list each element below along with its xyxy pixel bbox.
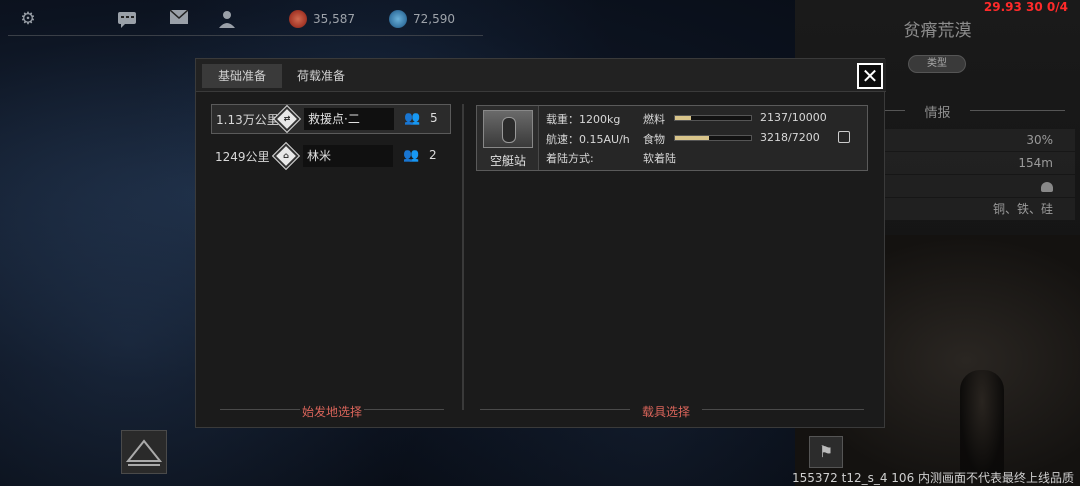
region-title: 贫瘠荒漠: [903, 21, 972, 41]
mountain-icon: [125, 439, 163, 466]
info-row: 铜、铁、硅: [885, 198, 1075, 220]
fuel-bar-fill: [675, 116, 692, 120]
food-label: 食物: [643, 133, 665, 146]
food-bar-fill: [675, 136, 709, 140]
left-label-line: [220, 409, 300, 410]
tab-bar: 基础准备 荷载准备 ✕: [196, 59, 886, 92]
destination-distance: 1249公里: [215, 150, 270, 164]
landing-label: 着陆方式:: [546, 152, 594, 165]
hooded-figure: [960, 370, 1004, 475]
resource-red: 35,587: [289, 10, 355, 28]
destination-row[interactable]: 1249公里 ⌂ 林米 👥 2: [211, 141, 451, 172]
build-info: 155372 t12_s_4 106 内测画面不代表最终上线品质: [792, 471, 1075, 485]
food-value: 3218/7200: [760, 131, 820, 144]
resource-blue: 72,590: [389, 10, 455, 28]
helmet-icon: [1041, 181, 1053, 192]
resource-red-value: 35,587: [313, 12, 355, 26]
airship-icon: [483, 110, 533, 148]
info-row: 30%: [885, 129, 1075, 151]
panel-divider: [462, 104, 464, 410]
vehicle-load: 载重：1200kg: [546, 113, 621, 126]
left-label-line: [364, 409, 444, 410]
fuel-value: 2137/10000: [760, 111, 827, 124]
origin-select-label: 始发地选择: [301, 405, 362, 419]
vehicle-name: 空艇站: [489, 154, 526, 168]
people-icon: 👥: [403, 148, 420, 163]
right-label-line: [480, 409, 630, 410]
vehicle-select-checkbox[interactable]: [838, 131, 850, 143]
destination-row[interactable]: 1.13万公里 ⇄ 救援点·二 👥 5: [211, 104, 451, 134]
type-badge[interactable]: 类型: [908, 55, 966, 73]
tab-basic-prep[interactable]: 基础准备: [202, 64, 282, 88]
flag-button[interactable]: ⚑: [809, 436, 843, 468]
people-count: 2: [429, 148, 437, 162]
destination-name: 林米: [303, 145, 393, 167]
landing-value: 软着陆: [643, 152, 676, 165]
mail-icon[interactable]: [169, 9, 189, 28]
tab-cargo-prep[interactable]: 荷载准备: [286, 64, 356, 88]
info-divider-right: [970, 110, 1065, 111]
top-bar: ⚙ 35,587 72,590: [0, 0, 790, 38]
people-icon: 👥: [404, 111, 421, 126]
people-count: 5: [430, 111, 438, 125]
resource-blue-value: 72,590: [413, 12, 455, 26]
chat-icon[interactable]: [117, 10, 137, 28]
food-bar: [674, 135, 752, 141]
blue-coin-icon: [389, 10, 407, 28]
gear-icon[interactable]: ⚙: [18, 10, 38, 28]
fuel-bar: [674, 115, 752, 121]
vehicle-speed: 航速：0.15AU/h: [546, 133, 630, 146]
destination-distance: 1.13万公里: [216, 113, 279, 127]
departure-dialog: 基础准备 荷载准备 ✕ 1.13万公里 ⇄ 救援点·二 👥 5 1249公里 ⌂…: [195, 58, 886, 428]
vehicle-card[interactable]: 空艇站 载重：1200kg 航速：0.15AU/h 着陆方式: 软着陆 燃料 2…: [476, 105, 868, 171]
fuel-label: 燃料: [643, 113, 665, 126]
vehicle-select-label: 载具选择: [641, 405, 690, 419]
close-button[interactable]: ✕: [857, 63, 883, 89]
debug-readout: 29.93 30 0/4: [983, 0, 1068, 14]
mountain-button[interactable]: [121, 430, 167, 474]
profile-icon[interactable]: [218, 10, 238, 28]
right-label-line: [702, 409, 864, 410]
vehicle-thumbnail: 空艇站: [477, 106, 539, 170]
settlement-icon: ⌂: [271, 141, 301, 171]
red-coin-icon: [289, 10, 307, 28]
info-row: 154m: [885, 152, 1075, 174]
info-row: [885, 175, 1075, 197]
destination-name: 救援点·二: [304, 108, 394, 130]
flag-icon: ⚑: [818, 442, 834, 461]
